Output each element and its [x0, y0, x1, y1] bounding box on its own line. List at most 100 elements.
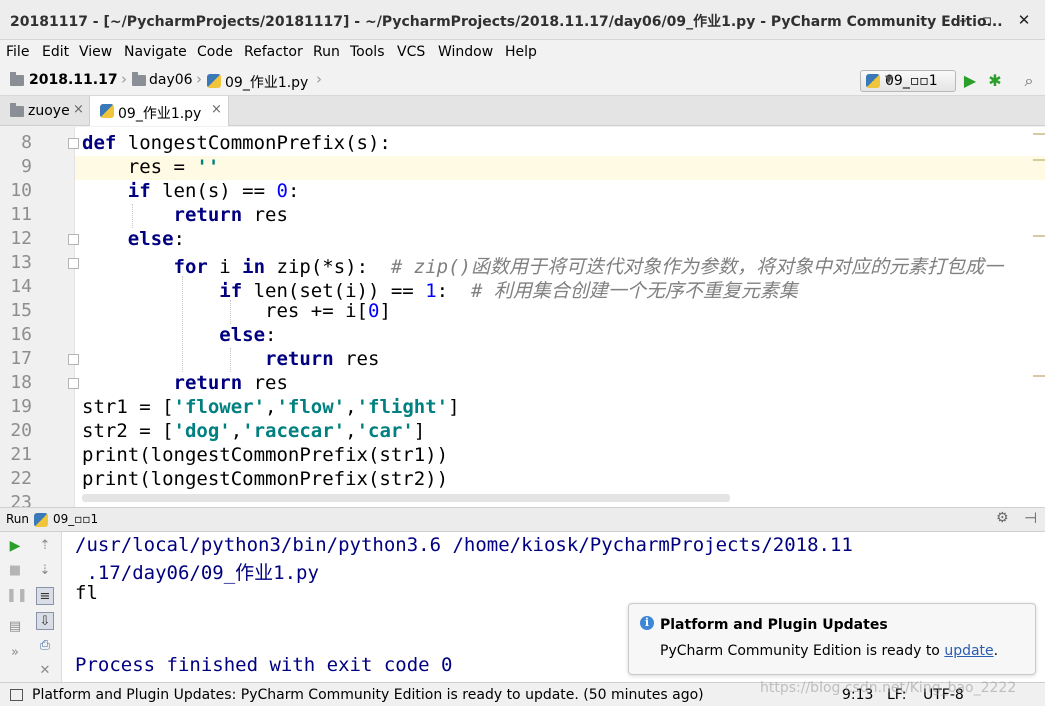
line-number: 23 [10, 492, 32, 507]
menu-vcs[interactable]: VCS [397, 44, 425, 60]
scroll-marker [1033, 235, 1045, 237]
keyword-token: return [82, 348, 334, 370]
line-number: 19 [10, 396, 32, 417]
pause-icon[interactable]: ❚❚ [6, 587, 28, 605]
menu-edit[interactable]: Edit [42, 44, 69, 60]
code-token: : [287, 180, 300, 202]
code-token: res [333, 348, 380, 370]
line-number: 13 [10, 252, 32, 273]
play-icon[interactable]: ▶ [959, 70, 981, 92]
menu-run[interactable]: Run [313, 44, 340, 60]
soft-wrap-icon[interactable]: ≡ [36, 587, 54, 605]
number-token: 0 [367, 300, 380, 322]
toggle-tool-windows-icon[interactable] [10, 689, 23, 701]
fold-marker-icon[interactable] [68, 234, 79, 245]
maximize-button[interactable]: ▫ [976, 9, 998, 31]
keyword-token: if [82, 180, 151, 202]
fold-marker-icon[interactable] [68, 354, 79, 365]
print-icon[interactable]: ⎙ [36, 637, 54, 655]
code-line: def longestCommonPrefix(s): [82, 132, 391, 154]
code-token: print(longestCommonPrefix(str1)) [82, 444, 449, 466]
comment-token: # zip()函数用于将可迭代对象作为参数，将对象中对应的元素打包成一 [390, 256, 1003, 278]
info-icon: i [640, 616, 654, 630]
layout-icon[interactable]: ▤ [6, 618, 24, 636]
editor-tabs: zuoye × 09_作业1.py × [0, 96, 1045, 126]
settings-icon[interactable]: » [6, 644, 24, 662]
line-number: 8 [21, 132, 32, 153]
code-token: ] [379, 300, 391, 322]
code-token: : [436, 280, 471, 302]
line-number: 18 [10, 372, 32, 393]
scroll-marker [1033, 375, 1045, 377]
minimize-button[interactable]: – [952, 9, 974, 31]
notification-text: PyCharm Community Edition is ready to [660, 643, 945, 659]
menu-view[interactable]: View [79, 44, 112, 60]
run-configuration-select[interactable]: 09_▫▫1 ▼ [860, 70, 956, 92]
keyword-token: return [82, 372, 243, 394]
line-number: 14 [10, 276, 32, 297]
code-token: , [230, 420, 243, 442]
tab-label: zuoye [28, 103, 70, 119]
code-token: res = [82, 156, 197, 178]
clear-icon[interactable]: ✕ [36, 662, 54, 680]
line-number: 16 [10, 324, 32, 345]
arrow-up-icon[interactable]: ⇡ [36, 537, 54, 555]
code-token: : [173, 228, 185, 250]
notification-title: Platform and Plugin Updates [660, 617, 888, 633]
chevron-right-icon: › [316, 70, 322, 88]
string-token: 'racecar' [242, 420, 346, 442]
line-number: 21 [10, 444, 32, 465]
fold-marker-icon[interactable] [68, 378, 79, 389]
hide-panel-icon[interactable]: ⊣ [1024, 509, 1037, 527]
menu-navigate[interactable]: Navigate [124, 44, 187, 60]
breadcrumb-file[interactable]: 09_作业1.py [225, 72, 308, 92]
code-token: ] [448, 396, 460, 418]
close-tab-icon[interactable]: × [73, 102, 84, 117]
code-line: print(longestCommonPrefix(str1)) [82, 444, 448, 466]
tab-09-zuoye1[interactable]: 09_作业1.py × [89, 96, 229, 126]
menu-file[interactable]: File [6, 44, 29, 60]
code-line: res += i[0] [82, 300, 391, 322]
close-window-button[interactable]: ✕ [1013, 9, 1035, 31]
update-notification[interactable]: i Platform and Plugin Updates PyCharm Co… [628, 603, 1036, 675]
breadcrumb-folder[interactable]: day06 [149, 72, 193, 88]
menu-refactor[interactable]: Refactor [244, 44, 303, 60]
horizontal-scrollbar[interactable] [82, 494, 730, 502]
run-config-name[interactable]: 09_▫▫1 [53, 512, 98, 526]
breadcrumb-project[interactable]: 2018.11.17 [29, 72, 118, 88]
python-config-icon [866, 74, 880, 88]
keyword-token: in [242, 256, 266, 278]
update-link[interactable]: update [944, 643, 993, 659]
line-number: 20 [10, 420, 32, 441]
python-file-icon [207, 74, 221, 88]
chevron-right-icon: › [121, 70, 127, 88]
code-line: print(longestCommonPrefix(str2)) [82, 468, 448, 490]
rerun-icon[interactable]: ▶ [6, 537, 24, 555]
arrow-down-icon[interactable]: ⇣ [36, 562, 54, 580]
console-exit-line: Process finished with exit code 0 [75, 654, 453, 676]
stop-icon[interactable]: ■ [6, 562, 24, 580]
menu-code[interactable]: Code [197, 44, 233, 60]
code-line: res = '' [82, 156, 220, 178]
menu-window[interactable]: Window [438, 44, 493, 60]
string-token: 'flight' [356, 396, 449, 418]
fold-marker-icon[interactable] [68, 258, 79, 269]
run-toolbar: ▶ ■ ❚❚ ▤ » ⇡ ⇣ ≡ ⇩ ⎙ ✕ [0, 532, 62, 682]
code-line: return res [82, 204, 288, 226]
chevron-down-icon: ▼ [885, 74, 893, 85]
line-number: 12 [10, 228, 32, 249]
code-editor[interactable]: 8 9 10 11 12 13 14 15 16 17 18 19 20 21 … [0, 127, 1045, 507]
fold-marker-icon[interactable] [68, 138, 79, 149]
gear-icon[interactable]: ⚙ [996, 510, 1009, 526]
scroll-to-end-icon[interactable]: ⇩ [36, 612, 54, 630]
menu-help[interactable]: Help [505, 44, 537, 60]
code-token: , [345, 420, 357, 442]
menu-tools[interactable]: Tools [350, 44, 385, 60]
close-tab-icon[interactable]: × [211, 102, 222, 117]
bug-icon[interactable]: ✱ [984, 70, 1006, 92]
search-icon[interactable]: ⌕ [1018, 70, 1040, 92]
line-number: 22 [10, 468, 32, 489]
tab-zuoye[interactable]: zuoye × [0, 96, 89, 126]
status-message[interactable]: Platform and Plugin Updates: PyCharm Com… [32, 687, 704, 703]
code-line: else: [82, 228, 185, 250]
